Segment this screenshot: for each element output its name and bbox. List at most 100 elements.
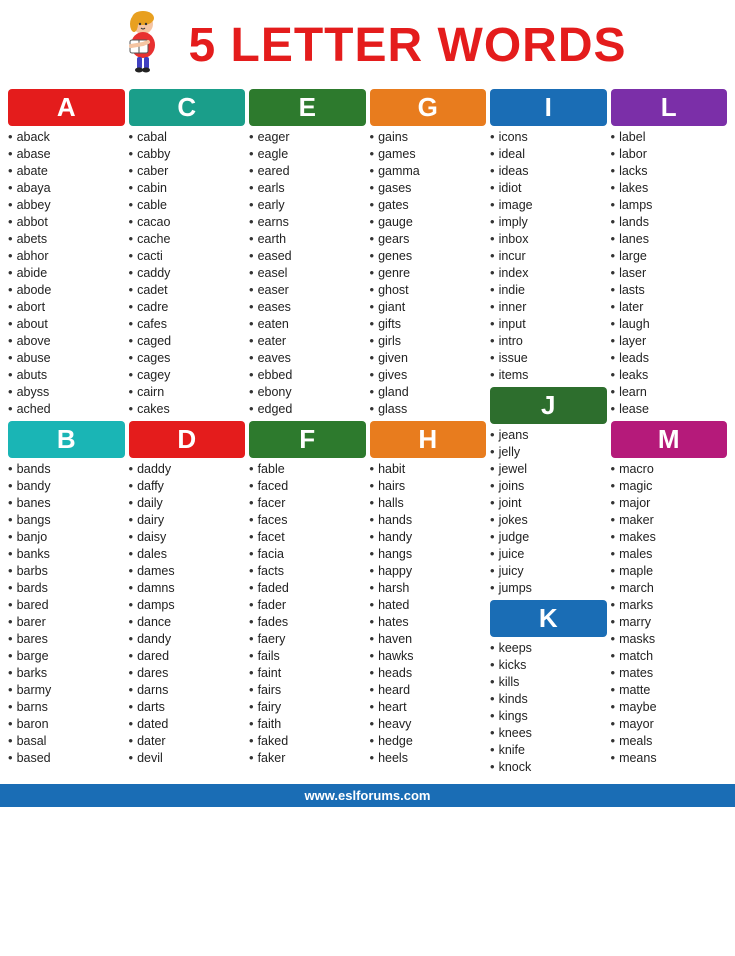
list-item: fairs <box>249 681 366 698</box>
list-item: cacao <box>129 213 246 230</box>
list-item: abort <box>8 298 125 315</box>
list-item: harsh <box>370 579 487 596</box>
list-item: faces <box>249 511 366 528</box>
list-item: ideal <box>490 145 607 162</box>
list-item: faery <box>249 630 366 647</box>
list-item: early <box>249 196 366 213</box>
list-item: abase <box>8 145 125 162</box>
list-item: jeans <box>490 426 607 443</box>
list-item: cacti <box>129 247 246 264</box>
list-item: items <box>490 366 607 383</box>
character-icon <box>108 10 178 80</box>
list-item: cabby <box>129 145 246 162</box>
list-item: faint <box>249 664 366 681</box>
word-list-G: gainsgamesgammagasesgatesgaugegearsgenes… <box>370 128 487 417</box>
list-item: fairy <box>249 698 366 715</box>
list-item: kills <box>490 673 607 690</box>
list-item: abhor <box>8 247 125 264</box>
list-item: imply <box>490 213 607 230</box>
section-A: Aabackabaseabateabayaabbeyabbotabetsabho… <box>8 85 125 417</box>
list-item: macro <box>611 460 728 477</box>
list-item: eared <box>249 162 366 179</box>
list-item: inner <box>490 298 607 315</box>
list-item: ideas <box>490 162 607 179</box>
list-item: maple <box>611 562 728 579</box>
list-item: dared <box>129 647 246 664</box>
list-item: eaves <box>249 349 366 366</box>
list-item: abuse <box>8 349 125 366</box>
column-3: Eeagereagleearedearlsearlyearnsearthease… <box>249 85 366 775</box>
list-item: faked <box>249 732 366 749</box>
word-list-K: keepskickskillskindskingskneesknifeknock <box>490 639 607 775</box>
letter-badge-H: H <box>370 421 487 458</box>
list-item: dales <box>129 545 246 562</box>
list-item: earth <box>249 230 366 247</box>
list-item: bandy <box>8 477 125 494</box>
letter-badge-I: I <box>490 89 607 126</box>
list-item: knife <box>490 741 607 758</box>
list-item: facet <box>249 528 366 545</box>
list-item: abets <box>8 230 125 247</box>
footer-url: www.eslforums.com <box>305 788 431 803</box>
list-item: baron <box>8 715 125 732</box>
list-item: lacks <box>611 162 728 179</box>
list-item: eager <box>249 128 366 145</box>
list-item: handy <box>370 528 487 545</box>
list-item: giant <box>370 298 487 315</box>
list-item: hated <box>370 596 487 613</box>
list-item: males <box>611 545 728 562</box>
footer: www.eslforums.com <box>0 784 735 807</box>
section-I: Iiconsidealideasidiotimageimplyinboxincu… <box>490 85 607 383</box>
list-item: daily <box>129 494 246 511</box>
list-item: barer <box>8 613 125 630</box>
list-item: bangs <box>8 511 125 528</box>
list-item: dairy <box>129 511 246 528</box>
list-item: label <box>611 128 728 145</box>
list-item: barge <box>8 647 125 664</box>
letter-badge-A: A <box>8 89 125 126</box>
list-item: bares <box>8 630 125 647</box>
list-item: joins <box>490 477 607 494</box>
list-item: cable <box>129 196 246 213</box>
list-item: juicy <box>490 562 607 579</box>
list-item: dames <box>129 562 246 579</box>
list-item: gauge <box>370 213 487 230</box>
list-item: given <box>370 349 487 366</box>
section-G: Ggainsgamesgammagasesgatesgaugegearsgene… <box>370 85 487 417</box>
letter-badge-C: C <box>129 89 246 126</box>
list-item: abbey <box>8 196 125 213</box>
letter-badge-K: K <box>490 600 607 637</box>
list-item: edged <box>249 400 366 417</box>
list-item: heels <box>370 749 487 766</box>
list-item: dares <box>129 664 246 681</box>
list-item: damns <box>129 579 246 596</box>
section-L: Llabellaborlackslakeslampslandslaneslarg… <box>611 85 728 417</box>
list-item: heart <box>370 698 487 715</box>
letter-badge-D: D <box>129 421 246 458</box>
list-item: eagle <box>249 145 366 162</box>
list-item: abate <box>8 162 125 179</box>
list-item: march <box>611 579 728 596</box>
list-item: jokes <box>490 511 607 528</box>
list-item: cadet <box>129 281 246 298</box>
list-item: facts <box>249 562 366 579</box>
list-item: cabal <box>129 128 246 145</box>
list-item: eaten <box>249 315 366 332</box>
section-K: Kkeepskickskillskindskingskneesknifeknoc… <box>490 596 607 775</box>
list-item: fader <box>249 596 366 613</box>
list-item: gives <box>370 366 487 383</box>
list-item: mayor <box>611 715 728 732</box>
list-item: joint <box>490 494 607 511</box>
list-item: heard <box>370 681 487 698</box>
list-item: masks <box>611 630 728 647</box>
list-item: leaks <box>611 366 728 383</box>
list-item: genes <box>370 247 487 264</box>
list-item: lease <box>611 400 728 417</box>
section-H: Hhabithairshallshandshandyhangshappyhars… <box>370 417 487 766</box>
list-item: darts <box>129 698 246 715</box>
list-item: basal <box>8 732 125 749</box>
list-item: knock <box>490 758 607 775</box>
list-item: cakes <box>129 400 246 417</box>
list-item: gates <box>370 196 487 213</box>
list-item: gears <box>370 230 487 247</box>
